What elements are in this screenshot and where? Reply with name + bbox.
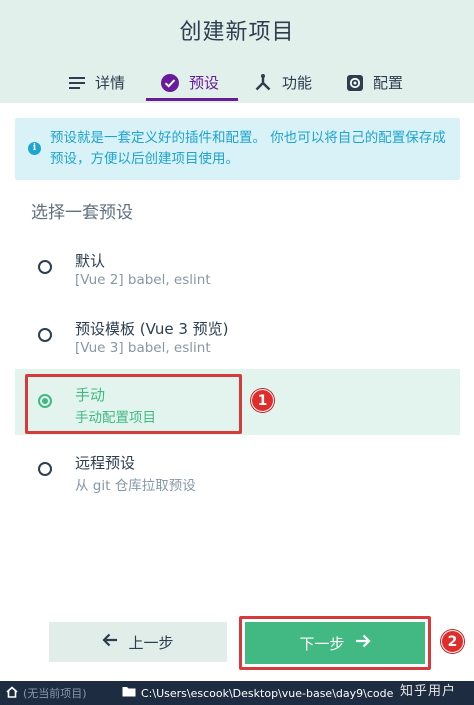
radio-button[interactable] [38, 328, 52, 342]
preset-name: 默认 [75, 252, 106, 270]
radio-button[interactable] [38, 260, 52, 274]
annotation-marker-2: 2 [441, 630, 464, 653]
annotation-marker-1: 1 [251, 389, 274, 412]
previous-button[interactable]: 上一步 [49, 622, 227, 662]
preset-template-vue3[interactable]: 预设模板 (Vue 3 预览) [Vue 3] babel, eslint [15, 303, 460, 369]
watermark: 知乎用户 [400, 684, 457, 699]
highlight-box-1 [25, 374, 242, 434]
preset-name: 远程预设 [75, 454, 136, 472]
arrow-left-icon [102, 633, 118, 651]
info-text: 预设就是一套定义好的插件和配置。 你也可以将自己的配置保存成预设，方便以后创建项… [50, 130, 446, 167]
page-title: 创建新项目 [179, 20, 295, 45]
active-tab-indicator [146, 98, 238, 101]
list-icon [68, 75, 86, 91]
preset-description: [Vue 3] babel, eslint [75, 340, 211, 356]
preset-description: [Vue 2] babel, eslint [75, 272, 211, 288]
status-path[interactable]: C:\Users\escook\Desktop\vue-base\day9\co… [122, 681, 393, 705]
tab-presets[interactable]: 预设 [160, 62, 219, 103]
gear-icon [346, 74, 364, 92]
check-circle-icon [160, 73, 180, 93]
preset-remote[interactable]: 远程预设 从 git 仓库拉取预设 [15, 437, 460, 503]
preset-name: 预设模板 (Vue 3 预览) [75, 320, 229, 338]
status-path-text: C:\Users\escook\Desktop\vue-base\day9\co… [141, 686, 394, 700]
info-banner: i 预设就是一套定义好的插件和配置。 你也可以将自己的配置保存成预设，方便以后创… [15, 118, 460, 180]
highlight-box-2 [239, 616, 431, 670]
tab-features-label: 功能 [282, 74, 313, 92]
tab-bar: 详情 预设 功能 配置 [0, 62, 474, 103]
header: 创建新项目 详情 预设 功能 配置 [0, 0, 474, 103]
tab-details[interactable]: 详情 [68, 62, 125, 103]
status-project[interactable]: (无当前项目) [6, 681, 87, 705]
folder-icon [122, 686, 136, 700]
tab-presets-label: 预设 [189, 74, 220, 92]
tab-features[interactable]: 功能 [253, 62, 312, 103]
preset-default[interactable]: 默认 [Vue 2] babel, eslint [15, 235, 460, 301]
info-icon: i [28, 142, 41, 155]
tab-details-label: 详情 [95, 74, 126, 92]
fork-icon [253, 73, 273, 93]
previous-button-label: 上一步 [128, 633, 174, 652]
preset-description: 从 git 仓库拉取预设 [75, 478, 196, 494]
home-icon [6, 685, 18, 701]
radio-button[interactable] [38, 462, 52, 476]
tab-config-label: 配置 [373, 74, 404, 92]
tab-config[interactable]: 配置 [346, 62, 403, 103]
section-title: 选择一套预设 [31, 203, 133, 223]
status-project-text: (无当前项目) [23, 687, 87, 700]
